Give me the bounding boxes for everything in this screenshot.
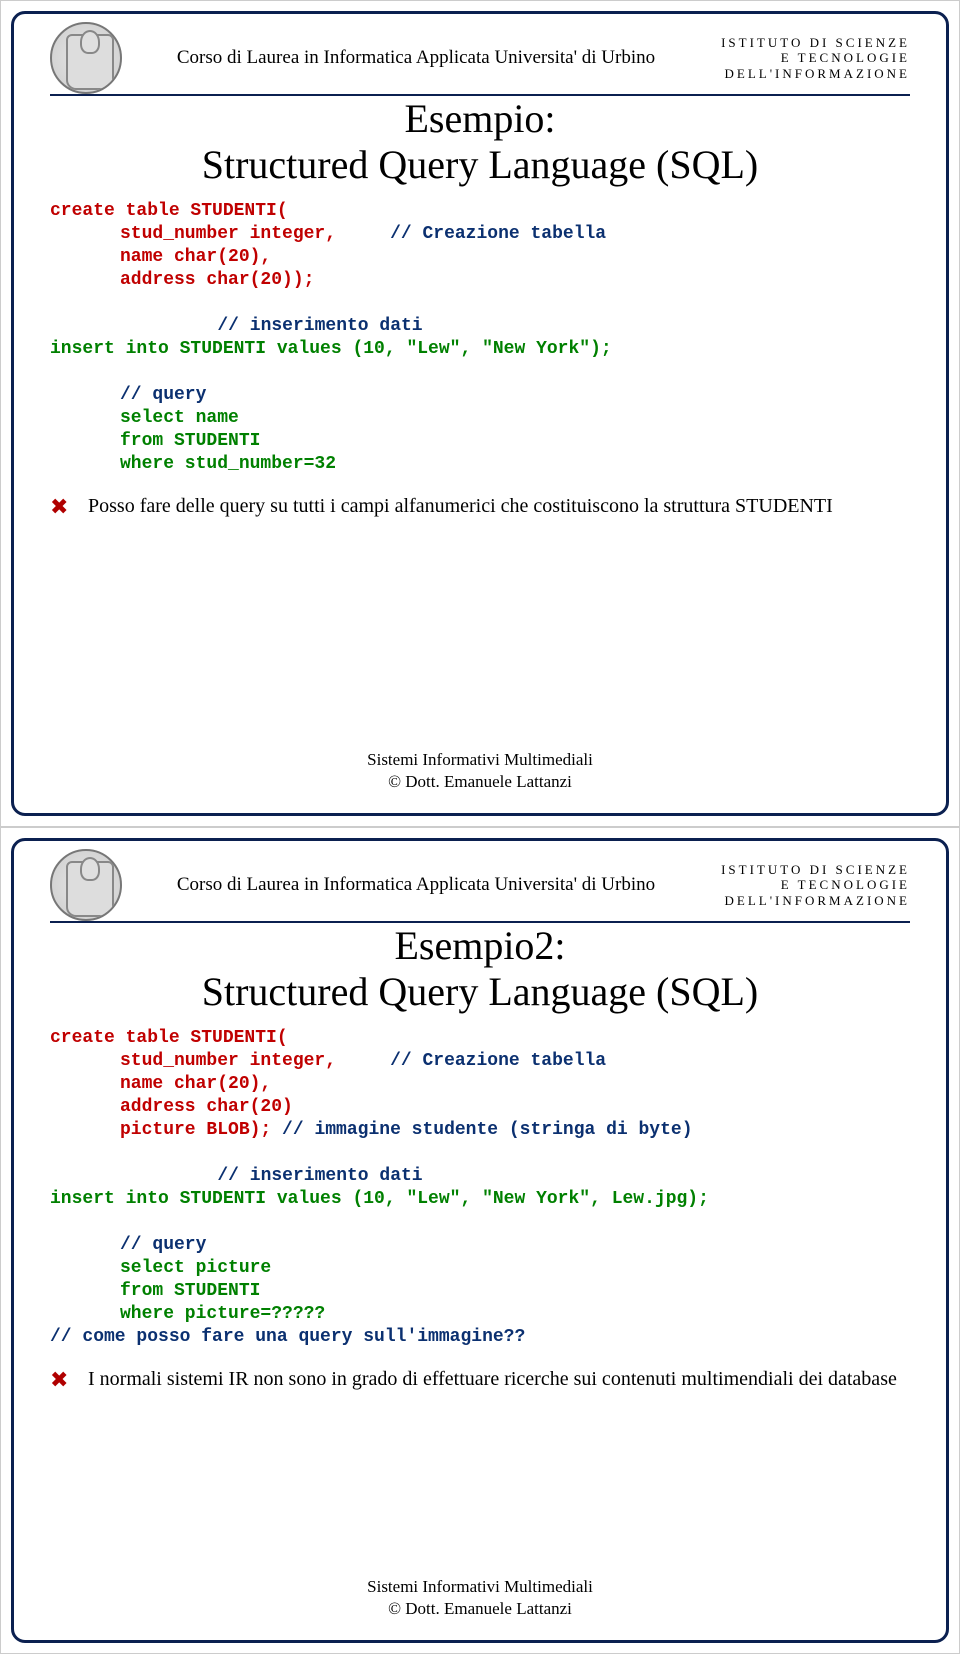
bullet-item: ✖ Posso fare delle query su tutti i camp… [50, 494, 910, 520]
institute-line2: E TECNOLOGIE [710, 50, 910, 66]
title-line2: Structured Query Language (SQL) [50, 969, 910, 1015]
code-l7: // query [50, 384, 910, 407]
header-left [50, 849, 122, 921]
footer-l1: Sistemi Informativi Multimediali [14, 1576, 946, 1598]
slide-2: Corso di Laurea in Informatica Applicata… [0, 827, 960, 1654]
code-l1: create table STUDENTI( [50, 201, 288, 221]
code-l9: from STUDENTI [50, 430, 910, 453]
code-l8: // query [50, 1234, 910, 1257]
code-l6: // inserimento dati [50, 1165, 590, 1188]
institute-logo: ISTITUTO DI SCIENZE E TECNOLOGIE DELL'IN… [710, 862, 910, 909]
slide-title: Esempio2: Structured Query Language (SQL… [50, 923, 910, 1015]
slide-frame: Corso di Laurea in Informatica Applicata… [11, 838, 949, 1643]
code-l5b: // immagine studente (stringa di byte) [282, 1120, 692, 1140]
institute-line2: E TECNOLOGIE [710, 877, 910, 893]
title-line2: Structured Query Language (SQL) [50, 142, 910, 188]
code-l7: insert into STUDENTI values (10, "Lew", … [50, 1189, 709, 1209]
title-line1: Esempio: [50, 96, 910, 142]
footer-l1: Sistemi Informativi Multimediali [14, 749, 946, 771]
code-block: create table STUDENTI( stud_number integ… [50, 1027, 910, 1349]
course-line: Corso di Laurea in Informatica Applicata… [177, 874, 655, 895]
institute-line1: ISTITUTO DI SCIENZE [710, 862, 910, 878]
footer-l2: © Dott. Emanuele Lattanzi [14, 1598, 946, 1620]
code-l2a: stud_number integer, [120, 224, 336, 244]
code-block: create table STUDENTI( stud_number integ… [50, 200, 910, 476]
code-l2a: stud_number integer, [120, 1051, 336, 1071]
university-logo-icon [50, 849, 122, 921]
institute-line3: DELL'INFORMAZIONE [710, 66, 910, 82]
bullet-icon: ✖ [50, 494, 72, 520]
slide-header: Corso di Laurea in Informatica Applicata… [50, 22, 910, 96]
code-l10: where stud_number=32 [50, 453, 910, 476]
slide-header: Corso di Laurea in Informatica Applicata… [50, 849, 910, 923]
course-line: Corso di Laurea in Informatica Applicata… [177, 47, 655, 68]
slide-1: Corso di Laurea in Informatica Applicata… [0, 0, 960, 827]
bullet-text: I normali sistemi IR non sono in grado d… [88, 1367, 897, 1392]
code-l3: name char(20), [50, 246, 910, 269]
bullet-icon: ✖ [50, 1367, 72, 1393]
code-l5: // inserimento dati [50, 315, 590, 338]
slide-title: Esempio: Structured Query Language (SQL) [50, 96, 910, 188]
code-l3: name char(20), [50, 1073, 910, 1096]
course-title: Corso di Laurea in Informatica Applicata… [122, 864, 710, 906]
course-title: Corso di Laurea in Informatica Applicata… [122, 37, 710, 79]
institute-logo: ISTITUTO DI SCIENZE E TECNOLOGIE DELL'IN… [710, 35, 910, 82]
bullet-text: Posso fare delle query su tutti i campi … [88, 494, 833, 519]
code-l10: from STUDENTI [50, 1280, 910, 1303]
institute-line1: ISTITUTO DI SCIENZE [710, 35, 910, 51]
slide-footer: Sistemi Informativi Multimediali © Dott.… [14, 1576, 946, 1620]
code-l11: where picture=????? [50, 1303, 910, 1326]
code-l2b: // Creazione tabella [390, 1051, 606, 1071]
institute-line3: DELL'INFORMAZIONE [710, 893, 910, 909]
slide-footer: Sistemi Informativi Multimediali © Dott.… [14, 749, 946, 793]
code-l9: select picture [50, 1257, 910, 1280]
university-logo-icon [50, 22, 122, 94]
slide-frame: Corso di Laurea in Informatica Applicata… [11, 11, 949, 816]
code-l12: // come posso fare una query sull'immagi… [50, 1327, 525, 1347]
code-l4: address char(20) [50, 1096, 910, 1119]
code-l5a: picture BLOB); [120, 1120, 271, 1140]
header-left [50, 22, 122, 94]
code-l6: insert into STUDENTI values (10, "Lew", … [50, 339, 612, 359]
code-l1: create table STUDENTI( [50, 1028, 288, 1048]
bullet-item: ✖ I normali sistemi IR non sono in grado… [50, 1367, 910, 1393]
code-l8: select name [50, 407, 910, 430]
footer-l2: © Dott. Emanuele Lattanzi [14, 771, 946, 793]
code-l2b: // Creazione tabella [390, 224, 606, 244]
title-line1: Esempio2: [50, 923, 910, 969]
code-l4: address char(20)); [50, 269, 910, 292]
